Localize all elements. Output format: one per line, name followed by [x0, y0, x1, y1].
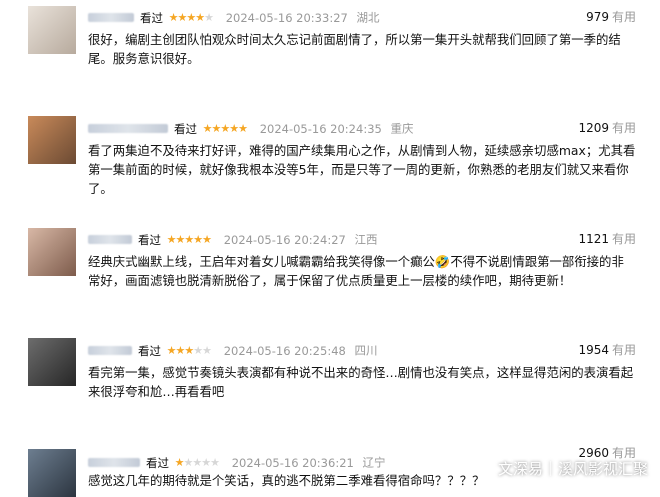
- review-location: 重庆: [390, 121, 414, 136]
- review-time: 2024-05-16 20:33:27: [225, 10, 348, 25]
- useful-button[interactable]: 1209 有用: [578, 119, 636, 137]
- star-empty-icon: ★: [202, 343, 212, 357]
- review-time: 2024-05-16 20:36:21: [231, 455, 354, 470]
- review-time: 2024-05-16 20:25:48: [223, 343, 346, 358]
- useful-count: 1121: [578, 232, 609, 246]
- star-empty-icon: ★: [193, 343, 203, 357]
- useful-button[interactable]: 1121 有用: [578, 230, 636, 248]
- watched-label: 看过: [140, 10, 163, 25]
- username-blurred[interactable]: [88, 13, 134, 22]
- avatar[interactable]: [28, 449, 76, 497]
- useful-count: 979: [586, 10, 609, 24]
- review-meta: 看过 ★★★★★ 2024-05-16 20:24:27 江西: [88, 230, 377, 248]
- avatar[interactable]: [28, 338, 76, 386]
- review-text: 看完第一集，感觉节奏镜头表演都有种说不出来的奇怪…剧情也没有笑点，这样显得范闲的…: [88, 365, 634, 399]
- useful-label: 有用: [611, 10, 636, 24]
- review-meta: 看过 ★★★★★ 2024-05-16 20:33:27 湖北: [88, 8, 379, 26]
- star-filled-icon: ★: [166, 343, 177, 357]
- review-location: 辽宁: [362, 455, 386, 470]
- watched-label: 看过: [146, 455, 169, 470]
- star-filled-icon: ★: [174, 455, 185, 469]
- review-text: 看了两集迫不及待来打好评，难得的国产续集用心之作，从剧情到人物，延续感亲切感ma…: [88, 143, 636, 196]
- username-blurred[interactable]: [88, 124, 168, 133]
- review-meta: 看过 ★★★★★ 2024-05-16 20:25:48 四川: [88, 341, 377, 359]
- star-filled-icon: ★: [166, 232, 177, 246]
- star-filled-icon: ★: [220, 121, 230, 135]
- useful-button[interactable]: 1954 有用: [578, 341, 636, 359]
- rating-stars: ★★★★★: [168, 10, 214, 24]
- star-filled-icon: ★: [186, 10, 196, 24]
- username-blurred[interactable]: [88, 346, 132, 355]
- star-filled-icon: ★: [193, 232, 203, 246]
- review-text: 感觉这几年的期待就是个笑话，真的逃不脱第二季难看得宿命吗？？？？: [88, 473, 485, 488]
- rating-stars: ★★★★★: [166, 232, 212, 246]
- review-text: 很好，编剧主创团队怕观众时间太久忘记前面剧情了，所以第一集开头就帮我们回顾了第一…: [88, 32, 621, 66]
- useful-label: 有用: [611, 343, 636, 357]
- star-filled-icon: ★: [195, 10, 205, 24]
- useful-label: 有用: [611, 121, 636, 135]
- review-time: 2024-05-16 20:24:35: [259, 121, 382, 136]
- review-location: 江西: [354, 232, 378, 247]
- star-filled-icon: ★: [168, 10, 179, 24]
- useful-count: 1954: [578, 343, 609, 357]
- review-location: 四川: [354, 343, 378, 358]
- star-filled-icon: ★: [184, 232, 194, 246]
- watermark: 文深易｜溪风影视汇聚: [497, 460, 648, 478]
- rating-stars: ★★★★★: [202, 121, 248, 135]
- avatar[interactable]: [28, 228, 76, 276]
- watched-label: 看过: [138, 343, 161, 358]
- avatar[interactable]: [28, 6, 76, 54]
- star-filled-icon: ★: [229, 121, 239, 135]
- star-empty-icon: ★: [204, 10, 214, 24]
- watched-label: 看过: [138, 232, 161, 247]
- star-filled-icon: ★: [202, 232, 212, 246]
- review-text: 经典庆式幽默上线，王启年对着女儿喊霸霸给我笑得像一个癫公🤣不得不说剧情跟第一部衔…: [88, 254, 624, 288]
- star-filled-icon: ★: [184, 343, 194, 357]
- star-empty-icon: ★: [210, 455, 220, 469]
- username-blurred[interactable]: [88, 235, 132, 244]
- avatar[interactable]: [28, 116, 76, 164]
- star-empty-icon: ★: [201, 455, 211, 469]
- rating-stars: ★★★★★: [174, 455, 220, 469]
- rating-stars: ★★★★★: [166, 343, 212, 357]
- useful-count: 1209: [578, 121, 609, 135]
- review-meta: 看过 ★★★★★ 2024-05-16 20:24:35 重庆: [88, 119, 413, 137]
- star-empty-icon: ★: [192, 455, 202, 469]
- review-meta: 看过 ★★★★★ 2024-05-16 20:36:21 辽宁: [88, 453, 385, 471]
- username-blurred[interactable]: [88, 458, 140, 467]
- star-filled-icon: ★: [238, 121, 248, 135]
- review-location: 湖北: [356, 10, 380, 25]
- review-time: 2024-05-16 20:24:27: [223, 232, 346, 247]
- watched-label: 看过: [174, 121, 197, 136]
- star-filled-icon: ★: [202, 121, 213, 135]
- useful-button[interactable]: 979 有用: [586, 8, 636, 26]
- useful-label: 有用: [611, 232, 636, 246]
